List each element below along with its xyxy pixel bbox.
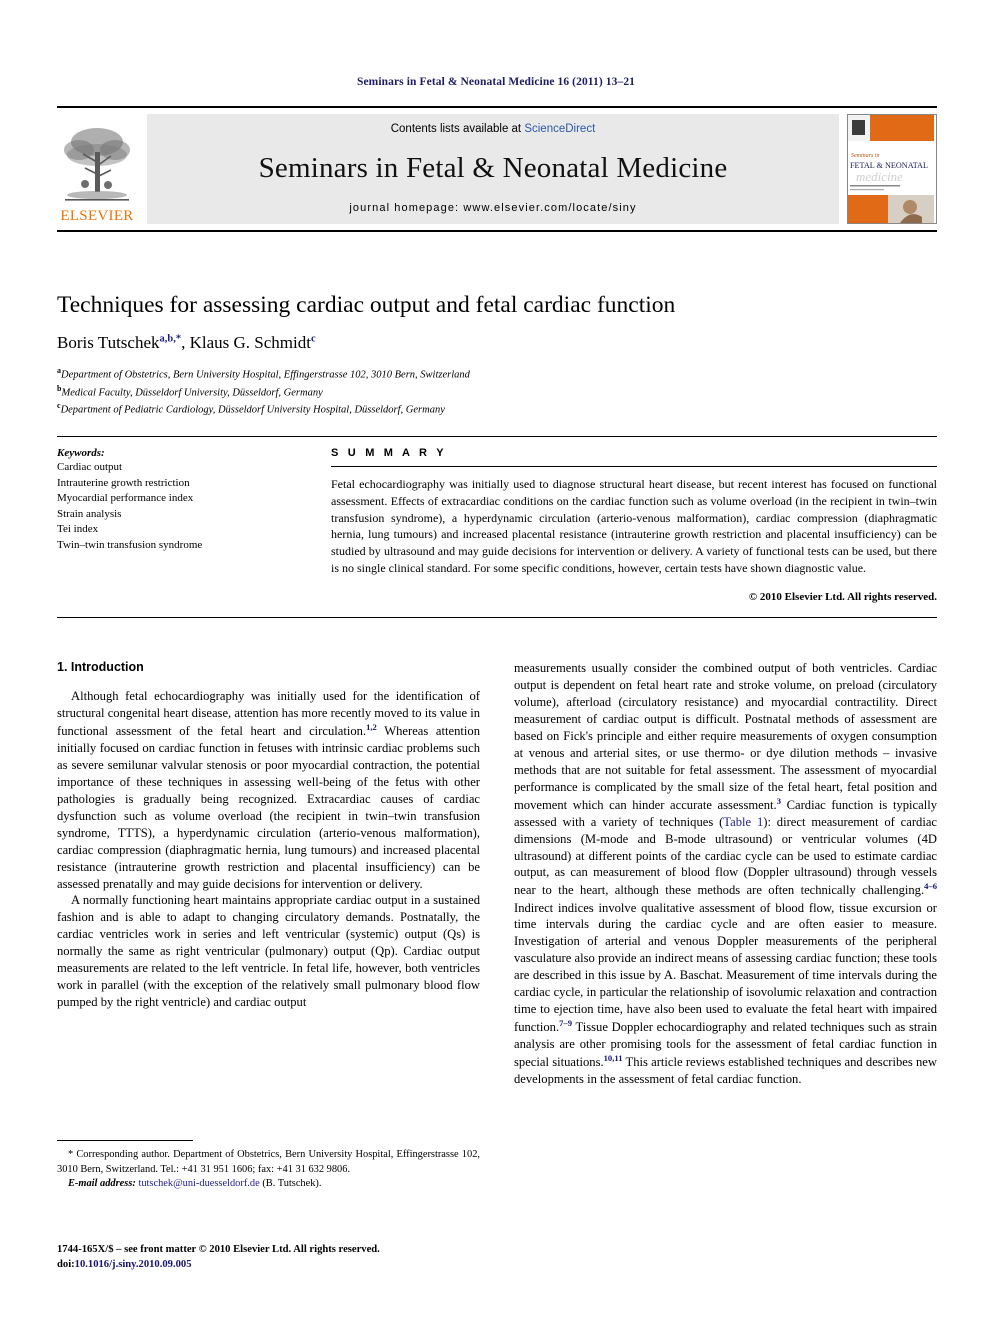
page-title: Techniques for assessing cardiac output … [57,292,676,318]
author-marks-2: c [310,333,316,345]
affiliation-list: aDepartment of Obstetrics, Bern Universi… [57,365,937,418]
citation-ref: 4–6 [924,881,937,892]
summary-block: S U M M A R Y Fetal echocardiography was… [305,437,937,617]
paragraph-part-a: measurements usually consider the combin… [514,661,937,812]
author-name-1: Boris Tutschek [57,333,160,353]
affiliation-c: cDepartment of Pediatric Cardiology, Düs… [57,400,937,418]
keyword-item: Strain analysis [57,507,122,520]
contents-prefix: Contents lists available at [390,123,525,135]
masthead-top-rule [57,106,937,108]
elsevier-tree-icon [64,128,130,201]
journal-homepage[interactable]: journal homepage: www.elsevier.com/locat… [349,202,636,214]
keyword-item: Twin–twin transfusion syndrome [57,539,203,552]
keyword-item: Cardiac output [57,461,123,473]
affiliation-text-b: Medical Faculty, Düsseldorf University, … [61,387,323,399]
masthead-bottom-rule [57,230,937,232]
contents-line: Contents lists available at ScienceDirec… [391,123,596,135]
svg-text:Seminars in: Seminars in [851,153,880,159]
affiliation-b: bMedical Faculty, Düsseldorf University,… [57,383,937,401]
copyright-line: © 2010 Elsevier Ltd. All rights reserved… [748,590,937,603]
left-column: 1. Introduction Although fetal echocardi… [57,660,480,1088]
author-list: Boris Tutscheka,b,*, Klaus G. Schmidtc [57,333,937,353]
author-marks-1: a,b,* [159,333,182,345]
affiliation-a: aDepartment of Obstetrics, Bern Universi… [57,365,937,383]
email-link[interactable]: tutschek@uni-duesseldorf.de [138,1178,259,1189]
sciencedirect-link[interactable]: ScienceDirect [524,123,595,135]
author-name-2: Klaus G. Schmidt [189,333,311,353]
email-owner: (B. Tutschek). [262,1178,322,1190]
paragraph-text-cont: Whereas attention initially focused on c… [57,724,480,891]
paragraph-intro-3: measurements usually consider the combin… [514,660,937,1088]
cover-art: Seminars in FETAL & NEONATAL medicine [848,115,934,223]
footnote-block: * Corresponding author. Department of Ob… [57,1140,480,1192]
email-label: E-mail address: [68,1178,136,1190]
keyword-item: Intrauterine growth restriction [57,476,190,489]
paper-page: Seminars in Fetal & Neonatal Medicine 16… [0,0,992,1323]
footnote-rule [57,1140,193,1141]
paragraph-part-d: Indirect indices involve qualitative ass… [514,900,937,1035]
journal-cover-thumbnail: Seminars in FETAL & NEONATAL medicine [847,114,937,224]
summary-rule [331,466,937,467]
citation-ref: 7–9 [559,1018,573,1029]
doi-line: doi:10.1016/j.siny.2010.09.005 [57,1257,480,1272]
imprint-line: 1744-165X/$ – see front matter © 2010 El… [57,1244,380,1255]
summary-heading: S U M M A R Y [331,447,447,459]
elsevier-wordmark: ELSEVIER [60,208,134,224]
imprint-block: 1744-165X/$ – see front matter © 2010 El… [57,1242,480,1273]
abstract-band: Keywords: Cardiac output Intrauterine gr… [57,436,937,618]
author-separator: , [181,333,190,353]
paragraph-intro-1: Although fetal echocardiography was init… [57,688,480,892]
corresponding-author-note: * Corresponding author. Department of Ob… [57,1149,480,1175]
keyword-item: Tei index [57,523,99,536]
svg-text:medicine: medicine [856,169,903,184]
affiliation-text-c: Department of Pediatric Cardiology, Düss… [60,404,445,416]
body-columns: 1. Introduction Although fetal echocardi… [57,660,937,1088]
citation-ref: 1,2 [366,721,377,732]
citation-ref: 10,11 [603,1053,623,1064]
doi-link[interactable]: 10.1016/j.siny.2010.09.005 [75,1259,192,1270]
running-head: Seminars in Fetal & Neonatal Medicine 16… [356,76,636,88]
affiliation-text-a: Department of Obstetrics, Bern Universit… [61,369,470,381]
keywords-block: Keywords: Cardiac output Intrauterine gr… [57,437,305,617]
table-1-link[interactable]: Table 1 [723,815,763,829]
doi-label: doi: [57,1259,75,1271]
section-heading-introduction: 1. Introduction [57,660,144,674]
elsevier-logo: ELSEVIER [57,114,137,224]
paragraph-intro-2: A normally functioning heart maintains a… [57,893,480,1010]
journal-masthead: ELSEVIER Contents lists available at Sci… [57,106,937,232]
right-column: measurements usually consider the combin… [514,660,937,1088]
journal-title: Seminars in Fetal & Neonatal Medicine [258,152,728,184]
summary-text: Fetal echocardiography was initially use… [331,477,937,575]
keywords-heading: Keywords: [57,447,105,459]
email-note: E-mail address: tutschek@uni-duesseldorf… [57,1177,480,1192]
article-header: Techniques for assessing cardiac output … [57,292,937,418]
keyword-item: Myocardial performance index [57,492,194,505]
masthead-center: Contents lists available at ScienceDirec… [147,114,839,224]
